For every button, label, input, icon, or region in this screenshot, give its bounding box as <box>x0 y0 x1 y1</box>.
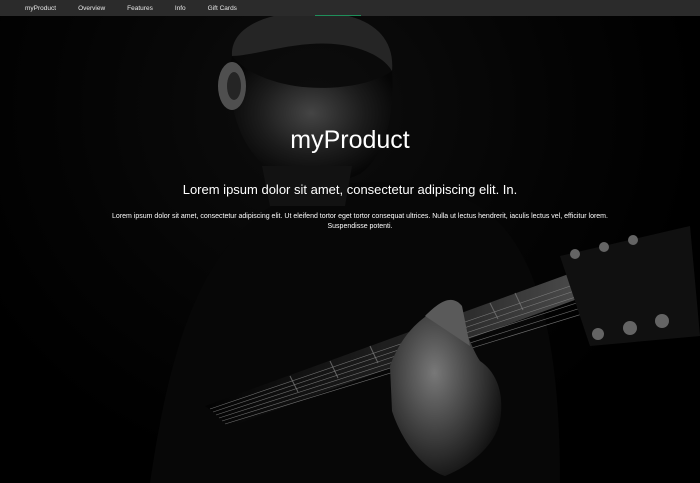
hero-section: myProduct Lorem ipsum dolor sit amet, co… <box>0 16 700 483</box>
hero-subtitle: Lorem ipsum dolor sit amet, consectetur … <box>182 182 518 197</box>
hero-title: myProduct <box>290 126 410 154</box>
hero-body-text: Lorem ipsum dolor sit amet, consectetur … <box>112 213 608 230</box>
nav-item-info[interactable]: Info <box>175 5 186 12</box>
nav-item-gift-cards[interactable]: Gift Cards <box>208 5 237 12</box>
hero-background-image <box>0 16 700 483</box>
nav-brand-link[interactable]: myProduct <box>25 5 56 12</box>
nav-item-overview[interactable]: Overview <box>78 5 105 12</box>
top-navbar: myProduct Overview Features Info Gift Ca… <box>0 0 700 16</box>
nav-item-features[interactable]: Features <box>127 5 153 12</box>
nav-accent-strip <box>315 15 361 16</box>
